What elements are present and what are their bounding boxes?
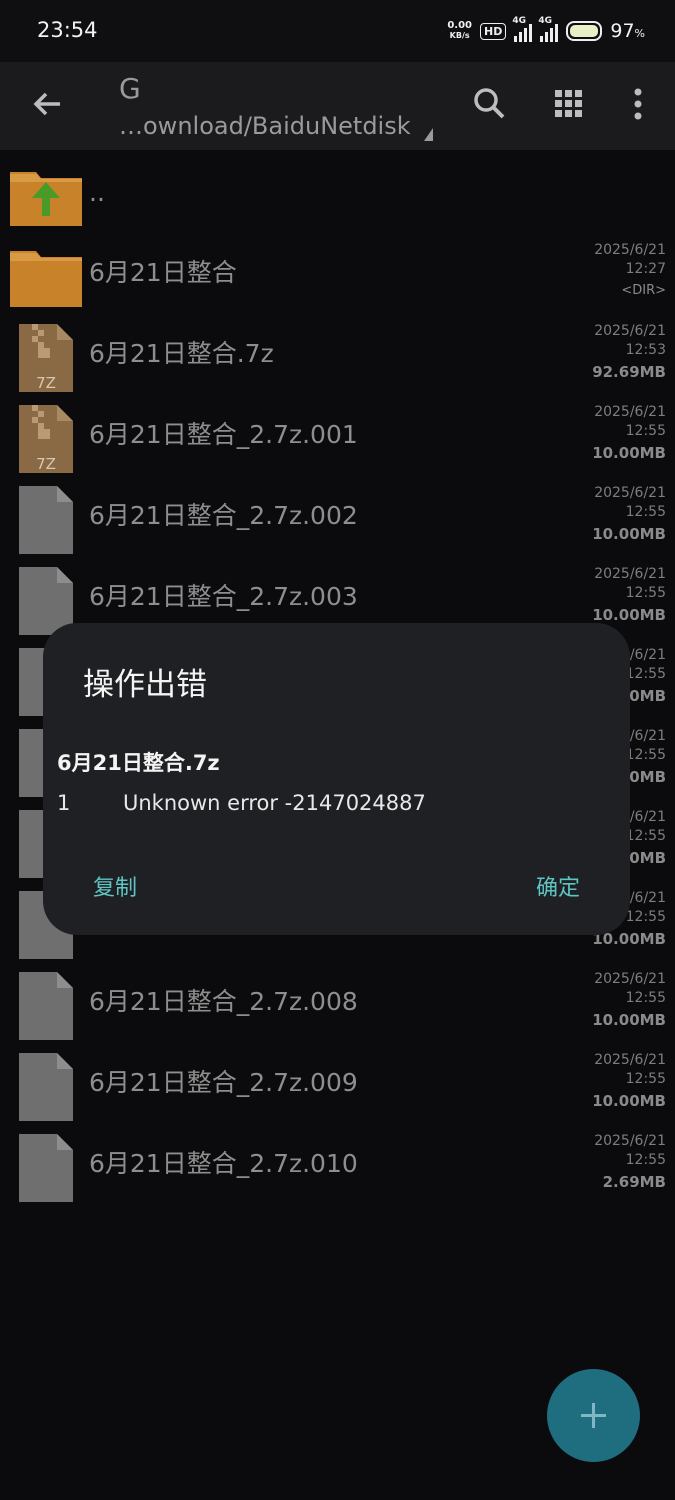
file-icon: [10, 482, 82, 556]
list-item[interactable]: 6月21日整合_2.7z.009 2025/6/21 12:55 10.00MB: [0, 1041, 675, 1123]
net-speed-value: 0.00: [447, 20, 473, 31]
file-name: 6月21日整合_2.7z.008: [89, 987, 358, 1016]
toolbar: G …ownload/BaiduNetdisk: [0, 62, 675, 150]
archive-7z-icon: 7Z: [10, 320, 82, 394]
file-icon: [10, 1130, 82, 1204]
file-size: 10.00MB: [592, 444, 666, 462]
folder-icon: [10, 239, 82, 311]
error-index: 1: [57, 791, 71, 815]
file-datetime: /6/21 12:55: [625, 809, 666, 844]
file-datetime: 2025/6/21 12:55: [594, 1052, 666, 1087]
add-fab-button[interactable]: [547, 1369, 640, 1462]
file-name: 6月21日整合_2.7z.003: [89, 582, 358, 611]
file-name: 6月21日整合.7z: [89, 339, 274, 368]
search-icon[interactable]: [470, 84, 510, 124]
network-type-2: 4G: [538, 16, 553, 26]
file-datetime: 2025/6/21 12:55: [594, 1133, 666, 1168]
file-name: 6月21日整合_2.7z.009: [89, 1068, 358, 1097]
file-datetime: /6/21 12:55: [625, 647, 666, 682]
file-size: 10.00MB: [592, 606, 666, 624]
list-item[interactable]: 6月21日整合 2025/6/21 12:27 <DIR>: [0, 231, 675, 312]
net-speed-unit: KB/s: [449, 31, 470, 40]
file-size: 10.00MB: [592, 525, 666, 543]
more-vert-icon[interactable]: [620, 84, 656, 124]
list-item[interactable]: 7Z 6月21日整合.7z 2025/6/21 12:53 92.69MB: [0, 312, 675, 394]
file-name: 6月21日整合_2.7z.002: [89, 501, 358, 530]
file-datetime: 2025/6/21 12:55: [594, 404, 666, 439]
list-item[interactable]: 6月21日整合_2.7z.008 2025/6/21 12:55 10.00MB: [0, 960, 675, 1042]
file-name: 6月21日整合_2.7z.010: [89, 1149, 358, 1178]
network-type-1: 4G: [512, 16, 527, 26]
file-datetime: /6/21 12:55: [625, 728, 666, 763]
status-bar: 23:54 0.00 KB/s HD 4G 4G 97%: [0, 0, 675, 62]
plus-icon: [581, 1403, 606, 1428]
file-datetime: 2025/6/21 12:55: [594, 566, 666, 601]
dialog-file-name: 6月21日整合.7z: [57, 751, 220, 775]
archive-7z-icon: 7Z: [10, 401, 82, 475]
folder-up-icon: [10, 158, 82, 230]
file-icon: [10, 1049, 82, 1123]
signal-icon-1: 4G: [512, 16, 533, 42]
file-size: 10.00MB: [592, 1092, 666, 1110]
copy-button[interactable]: 复制: [93, 870, 137, 902]
file-name: 6月21日整合_2.7z.001: [89, 420, 358, 449]
list-item-up[interactable]: ..: [0, 150, 675, 231]
file-name: 6月21日整合: [89, 258, 237, 287]
drive-label[interactable]: G: [119, 72, 141, 105]
file-icon: [10, 968, 82, 1042]
battery-icon: [566, 21, 603, 41]
back-arrow-icon[interactable]: [28, 84, 68, 124]
svg-text:7Z: 7Z: [36, 455, 56, 473]
file-size: <DIR>: [621, 283, 666, 298]
dialog-title: 操作出错: [83, 667, 207, 703]
status-time: 23:54: [37, 18, 98, 42]
net-speed: 0.00 KB/s: [447, 21, 472, 41]
grid-view-icon[interactable]: [550, 84, 590, 124]
ok-button[interactable]: 确定: [536, 870, 580, 902]
path-dropdown-icon[interactable]: [424, 128, 433, 141]
status-icons: 0.00 KB/s HD 4G 4G 97%: [447, 14, 645, 48]
file-datetime: 2025/6/21 12:53: [594, 323, 666, 358]
file-datetime: 2025/6/21 12:27: [594, 242, 666, 277]
list-item[interactable]: 7Z 6月21日整合_2.7z.001 2025/6/21 12:55 10.00…: [0, 393, 675, 475]
list-item[interactable]: 6月21日整合_2.7z.002 2025/6/21 12:55 10.00MB: [0, 474, 675, 556]
error-message: Unknown error -2147024887: [123, 791, 426, 815]
file-name: ..: [89, 178, 105, 207]
current-path[interactable]: …ownload/BaiduNetdisk: [119, 112, 411, 140]
signal-icon-2: 4G: [538, 16, 559, 42]
file-datetime: 2025/6/21 12:55: [594, 971, 666, 1006]
file-size: 2.69MB: [602, 1173, 666, 1191]
file-datetime: 2025/6/21 12:55: [594, 485, 666, 520]
list-item[interactable]: 6月21日整合_2.7z.010 2025/6/21 12:55 2.69MB: [0, 1122, 675, 1204]
file-size: 92.69MB: [592, 363, 666, 381]
error-dialog: 操作出错 6月21日整合.7z 1 Unknown error -2147024…: [43, 623, 630, 935]
file-datetime: /6/21 12:55: [625, 890, 666, 925]
file-size: 10.00MB: [592, 1011, 666, 1029]
battery-level: 97%: [610, 20, 645, 42]
svg-text:7Z: 7Z: [36, 374, 56, 392]
hd-voice-icon: HD: [480, 22, 507, 40]
